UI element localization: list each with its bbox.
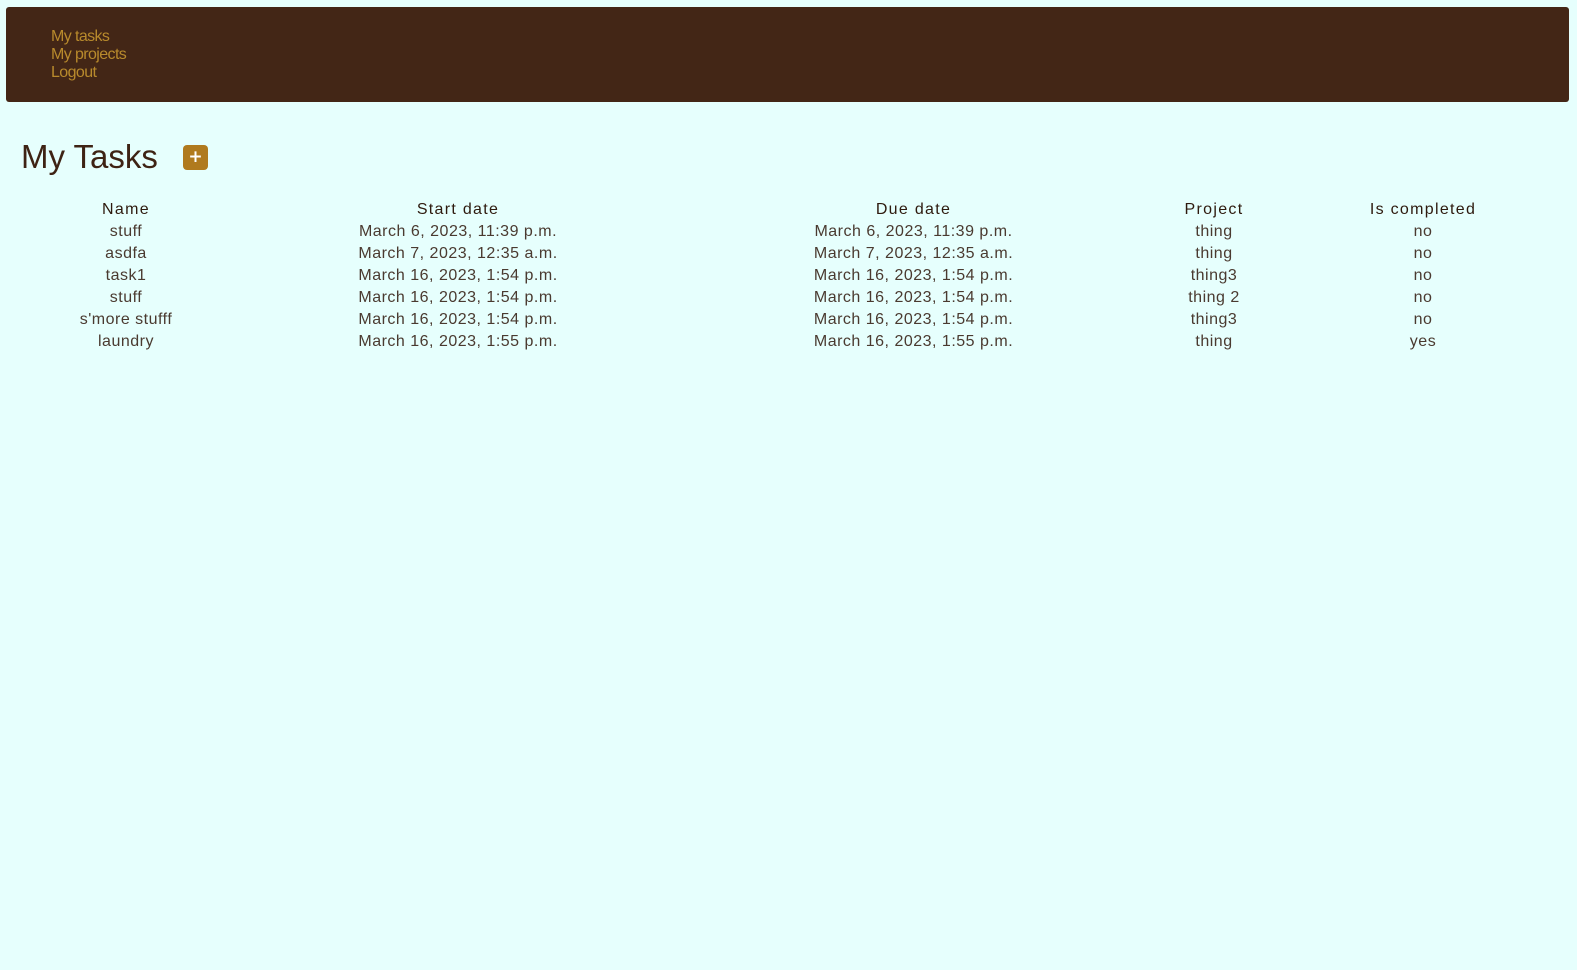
task-name-cell: laundry <box>98 333 154 350</box>
header-row: Name Start date Due date Project Is comp… <box>21 199 1560 221</box>
is-completed-cell: no <box>1413 245 1433 262</box>
project-cell: thing 2 <box>1188 289 1240 306</box>
due-date-cell: March 16, 2023, 1:54 p.m. <box>813 267 1014 284</box>
table-row: task1 March 16, 2023, 1:54 p.m. March 16… <box>21 265 1560 287</box>
nav-link-my-tasks[interactable]: My tasks <box>51 28 110 45</box>
table-row: s'more stufff March 16, 2023, 1:54 p.m. … <box>21 309 1560 331</box>
due-date-cell: March 16, 2023, 1:54 p.m. <box>813 289 1014 306</box>
table-row: asdfa March 7, 2023, 12:35 a.m. March 7,… <box>21 243 1560 265</box>
project-cell: thing <box>1195 333 1233 350</box>
start-date-cell: March 16, 2023, 1:54 p.m. <box>358 267 558 284</box>
nav-item-my-projects: My projects <box>51 46 127 64</box>
start-date-cell: March 7, 2023, 12:35 a.m. <box>358 245 558 262</box>
is-completed-cell: no <box>1413 289 1433 306</box>
column-header-project: Project <box>1184 201 1244 218</box>
top-navbar: My tasks My projects Logout <box>6 7 1569 102</box>
task-name-cell: stuff <box>109 289 143 306</box>
task-name-cell: asdfa <box>105 245 147 262</box>
due-date-cell: March 7, 2023, 12:35 a.m. <box>813 245 1014 262</box>
project-cell: thing <box>1195 245 1233 262</box>
task-name-cell: stuff <box>109 223 143 240</box>
start-date-cell: March 6, 2023, 11:39 p.m. <box>358 223 558 240</box>
project-cell: thing <box>1195 223 1233 240</box>
due-date-cell: March 16, 2023, 1:54 p.m. <box>813 311 1014 328</box>
tasks-table: Name Start date Due date Project Is comp… <box>21 199 1560 353</box>
is-completed-cell: yes <box>1409 333 1437 350</box>
add-task-button[interactable]: + <box>183 145 208 170</box>
table-row: laundry March 16, 2023, 1:55 p.m. March … <box>21 331 1560 353</box>
task-name-cell: s'more stufff <box>79 311 173 328</box>
start-date-cell: March 16, 2023, 1:54 p.m. <box>358 289 558 306</box>
project-cell: thing3 <box>1190 267 1238 284</box>
is-completed-cell: no <box>1413 267 1433 284</box>
table-row: stuff March 6, 2023, 11:39 p.m. March 6,… <box>21 221 1560 243</box>
column-header-name: Name <box>102 201 150 218</box>
due-date-cell: March 6, 2023, 11:39 p.m. <box>814 223 1013 240</box>
nav-link-my-projects[interactable]: My projects <box>51 46 127 63</box>
table-row: stuff March 16, 2023, 1:54 p.m. March 16… <box>21 287 1560 309</box>
task-name-cell: task1 <box>105 267 147 284</box>
is-completed-cell: no <box>1413 223 1433 240</box>
nav-item-my-tasks: My tasks <box>51 28 126 46</box>
project-cell: thing3 <box>1190 311 1238 328</box>
column-header-due-date: Due date <box>875 201 952 218</box>
nav-item-logout: Logout <box>51 64 126 82</box>
is-completed-cell: no <box>1413 311 1433 328</box>
nav-links: My tasks My projects Logout <box>51 28 127 82</box>
page-title: My Tasks <box>21 138 158 175</box>
nav-link-logout[interactable]: Logout <box>51 64 97 81</box>
start-date-cell: March 16, 2023, 1:54 p.m. <box>358 311 558 328</box>
column-header-start-date: Start date <box>416 201 500 218</box>
tasks-table-header: Name Start date Due date Project Is comp… <box>21 199 1560 221</box>
start-date-cell: March 16, 2023, 1:55 p.m. <box>358 333 558 350</box>
due-date-cell: March 16, 2023, 1:55 p.m. <box>813 333 1014 350</box>
tasks-table-body: stuff March 6, 2023, 11:39 p.m. March 6,… <box>21 221 1560 353</box>
column-header-is-completed: Is completed <box>1369 201 1477 218</box>
